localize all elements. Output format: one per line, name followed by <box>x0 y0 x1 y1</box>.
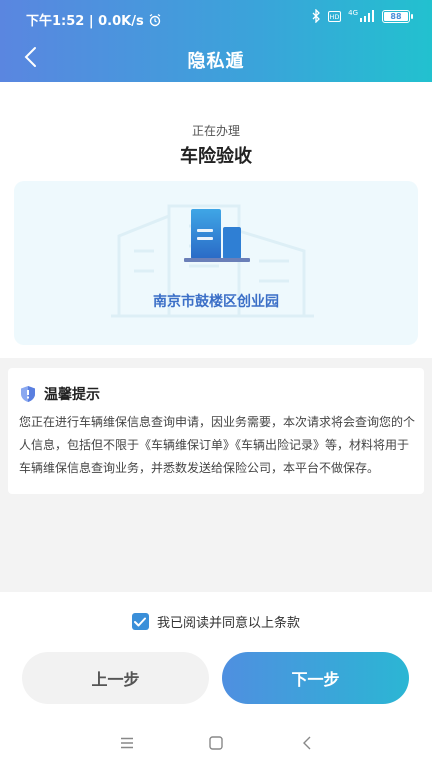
page-title: 隐私遁 <box>187 51 245 72</box>
menu-icon <box>121 737 133 749</box>
agreement-row[interactable]: 我已阅读并同意以上条款 <box>0 612 432 631</box>
back-nav-button[interactable] <box>296 732 318 754</box>
location-name: 南京市鼓楼区创业园 <box>153 294 279 310</box>
alarm-icon <box>149 13 161 26</box>
back-triangle-icon <box>303 736 311 750</box>
home-square-icon <box>209 736 223 750</box>
bluetooth-icon <box>312 9 321 23</box>
agreement-checkbox[interactable] <box>131 613 149 630</box>
signal-icon <box>360 10 374 22</box>
tip-title: 温馨提示 <box>44 387 100 403</box>
system-nav-bar <box>0 716 432 768</box>
next-step-button[interactable]: 下一步 <box>222 652 409 704</box>
status-left: 下午1:52 | 0.0K/s <box>26 10 162 29</box>
business-name: 车险验收 <box>180 146 252 167</box>
location-card: 南京市鼓楼区创业园 <box>14 181 418 345</box>
home-nav-button[interactable] <box>205 732 227 754</box>
tip-body: 您正在进行车辆维保信息查询申请，因业务需要，本次请求将会查询您的个人信息，包括但… <box>19 415 416 475</box>
status-right: HD 4G 88 <box>312 9 413 23</box>
tip-card: 温馨提示 您正在进行车辆维保信息查询申请，因业务需要，本次请求将会查询您的个人信… <box>8 368 424 494</box>
status-bar: 下午1:52 | 0.0K/s HD 4G 88 <box>0 0 432 36</box>
hd-icon: HD <box>328 10 342 22</box>
battery-icon: 88 <box>382 9 413 23</box>
svg-text:HD: HD <box>330 13 340 21</box>
business-subtitle: 正在办理 <box>191 124 240 138</box>
status-time-speed: 下午1:52 | 0.0K/s <box>26 14 144 29</box>
shield-icon <box>21 386 35 402</box>
battery-level: 88 <box>390 11 402 21</box>
app-header: 下午1:52 | 0.0K/s HD 4G 88 隐私遁 <box>0 0 432 82</box>
agreement-label: 我已阅读并同意以上条款 <box>156 616 300 631</box>
prev-step-button[interactable]: 上一步 <box>22 652 209 704</box>
menu-nav-button[interactable] <box>116 732 138 754</box>
network-type: 4G <box>348 9 358 17</box>
building-icon <box>184 209 250 262</box>
tip-header: 温馨提示 <box>20 384 100 404</box>
check-icon <box>134 617 147 626</box>
